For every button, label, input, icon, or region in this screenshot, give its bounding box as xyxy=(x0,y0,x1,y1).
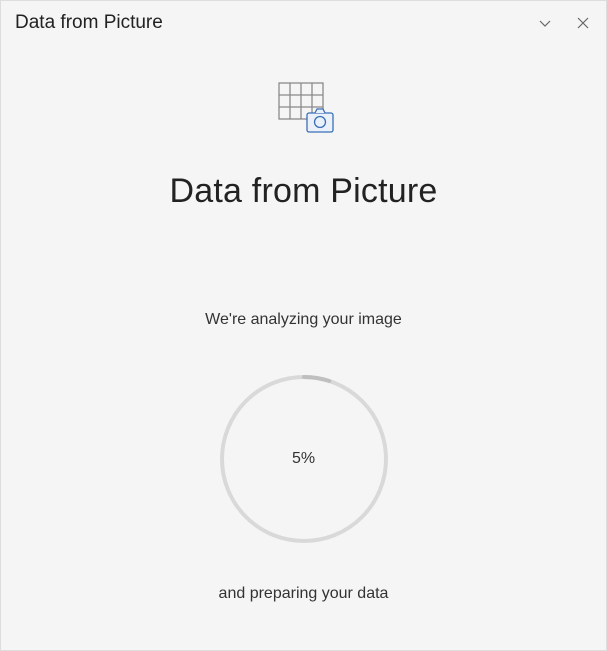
titlebar: Data from Picture xyxy=(1,1,606,41)
close-button[interactable] xyxy=(574,14,592,32)
chevron-down-icon xyxy=(538,16,552,30)
close-icon xyxy=(576,16,590,30)
grid-camera-icon xyxy=(269,79,339,144)
content-area: Data from Picture We're analyzing your i… xyxy=(1,41,606,650)
status-text-preparing: and preparing your data xyxy=(219,585,389,603)
progress-percent-label: 5% xyxy=(292,450,315,468)
panel-title: Data from Picture xyxy=(15,12,163,34)
data-from-picture-panel: Data from Picture xyxy=(0,0,607,651)
progress-indicator: 5% xyxy=(214,369,394,549)
status-text-analyzing: We're analyzing your image xyxy=(205,311,402,329)
titlebar-controls xyxy=(536,14,592,32)
collapse-button[interactable] xyxy=(536,14,554,32)
main-heading: Data from Picture xyxy=(170,172,438,211)
